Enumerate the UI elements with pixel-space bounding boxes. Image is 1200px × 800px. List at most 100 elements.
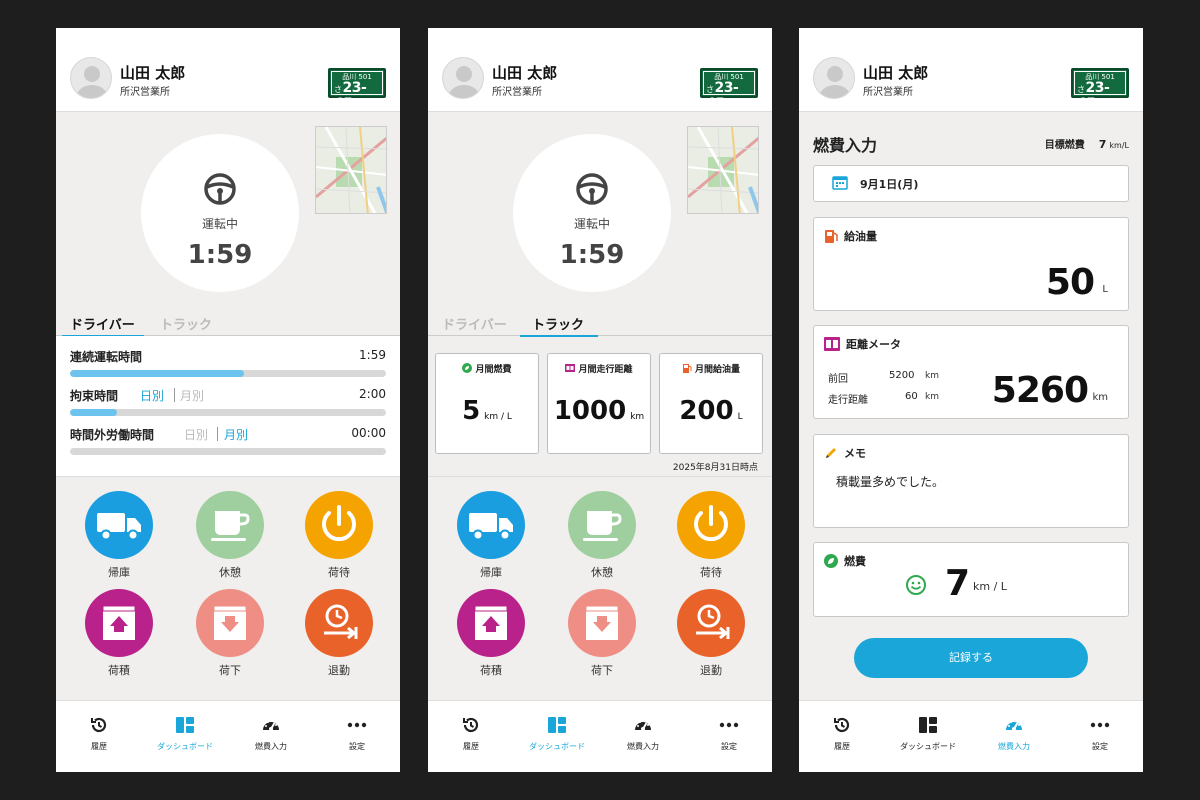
steering-wheel-icon [576, 173, 608, 205]
dashboard-driver-screen: 山田 太郎 所沢営業所 品川 501 さ23-45 運転中 1:59 ドライバー… [56, 28, 400, 772]
action-button-clock-exit[interactable]: 退勤 [304, 589, 374, 681]
action-label: 荷積 [480, 664, 502, 677]
previous-label: 前回 [828, 374, 848, 385]
action-circle [568, 491, 636, 559]
license-plate: 品川 501 さ23-45 [328, 68, 386, 112]
map-thumbnail[interactable] [315, 126, 387, 214]
nav-fuel[interactable]: 燃費入力 [971, 715, 1057, 765]
action-button-power[interactable]: 荷待 [676, 491, 746, 583]
dashboard-icon [919, 717, 937, 733]
tab-driver[interactable]: ドライバー [442, 314, 507, 333]
action-label: 退勤 [328, 664, 350, 677]
meter-unit: km [1092, 392, 1108, 403]
nav-settings[interactable]: 設定 [314, 715, 400, 765]
refuel-amount-card[interactable]: 給油量 50 L [813, 217, 1129, 311]
bottom-nav: 履歴 ダッシュボード 燃費入力 設定 [56, 700, 400, 772]
action-button-power[interactable]: 荷待 [304, 491, 374, 583]
distance-label: 走行距離 [828, 395, 868, 406]
continuous-driving-bar [70, 370, 386, 377]
distance-value: 60 [905, 391, 918, 402]
tab-truck[interactable]: トラック [160, 314, 212, 333]
action-label: 荷積 [108, 664, 130, 677]
action-label: 荷待 [700, 566, 722, 579]
nav-dashboard[interactable]: ダッシュボード [885, 715, 971, 765]
work-time-panel: 連続運転時間 1:59 拘束時間 日別 月別 2:00 時間外労働時間 日別 月… [56, 336, 400, 476]
nav-dashboard[interactable]: ダッシュボード [142, 715, 228, 765]
tab-driver[interactable]: ドライバー [70, 314, 135, 333]
refuel-value: 50 [1045, 262, 1095, 303]
distance-unit: km [925, 392, 939, 402]
dashboard-icon [548, 717, 566, 733]
action-button-box-up[interactable]: 荷積 [84, 589, 154, 681]
monthly-distance-card: 月間走行距離 1000 km [547, 353, 651, 454]
user-office: 所沢営業所 [863, 87, 913, 98]
overtime-daily-toggle[interactable]: 日別 [184, 426, 208, 443]
restraint-time-bar [70, 409, 386, 416]
odometer-card[interactable]: 距離メータ 前回 5200 km 走行距離 60 km 5260 km [813, 325, 1129, 419]
nav-dashboard[interactable]: ダッシュボード [514, 715, 600, 765]
speedometer-icon [1006, 720, 1022, 731]
user-name: 山田 太郎 [492, 64, 558, 82]
license-plate: 品川 501 さ23-45 [700, 68, 758, 112]
nav-settings[interactable]: 設定 [686, 715, 772, 765]
driving-status-circle[interactable]: 運転中 1:59 [141, 134, 299, 292]
action-label: 休憩 [591, 566, 613, 579]
action-button-coffee-cup[interactable]: 休憩 [567, 491, 637, 583]
action-circle [196, 589, 264, 657]
action-button-coffee-cup[interactable]: 休憩 [195, 491, 265, 583]
nav-label: 履歴 [91, 742, 107, 751]
date-picker[interactable]: 9月1日(月) [813, 165, 1129, 202]
nav-label: 燃費入力 [255, 742, 287, 751]
more-dots-icon [719, 722, 739, 728]
overtime-bar [70, 448, 386, 455]
action-button-box-up[interactable]: 荷積 [456, 589, 526, 681]
dashboard-icon [176, 717, 194, 733]
restraint-daily-toggle[interactable]: 日別 [140, 387, 164, 404]
overtime-value: 00:00 [351, 426, 386, 440]
memo-card[interactable]: メモ 積載量多めでした。 [813, 434, 1129, 528]
efficiency-value: 7 [945, 563, 970, 604]
user-icon [449, 66, 479, 98]
nav-label: ダッシュボード [157, 742, 213, 751]
action-button-truck[interactable]: 帰庫 [456, 491, 526, 583]
overtime-monthly-toggle[interactable]: 月別 [224, 426, 248, 443]
fuel-pump-icon [825, 230, 838, 243]
power-icon [322, 505, 356, 542]
memo-text[interactable]: 積載量多めでした。 [836, 473, 944, 490]
action-button-box-down[interactable]: 荷下 [195, 589, 265, 681]
map-thumbnail[interactable] [687, 126, 759, 214]
action-button-truck[interactable]: 帰庫 [84, 491, 154, 583]
nav-fuel[interactable]: 燃費入力 [600, 715, 686, 765]
power-icon [694, 505, 728, 542]
nav-history[interactable]: 履歴 [799, 715, 885, 765]
action-button-box-down[interactable]: 荷下 [567, 589, 637, 681]
action-button-clock-exit[interactable]: 退勤 [676, 589, 746, 681]
fuel-efficiency-value: 5 [462, 396, 481, 426]
avatar[interactable] [442, 57, 484, 99]
continuous-driving-value: 1:59 [359, 348, 386, 362]
restraint-monthly-toggle[interactable]: 月別 [180, 387, 204, 404]
user-name: 山田 太郎 [863, 64, 929, 82]
restraint-time-row: 拘束時間 日別 月別 2:00 [70, 387, 386, 417]
action-label: 荷下 [591, 664, 613, 677]
tab-truck[interactable]: トラック [532, 314, 584, 333]
fuel-input-screen: 山田 太郎 所沢営業所 品川 501 さ23-45 燃費入力 目標燃費 7 km/L… [799, 28, 1143, 772]
target-label: 目標燃費 [1044, 140, 1085, 151]
driving-status-circle[interactable]: 運転中 1:59 [513, 134, 671, 292]
avatar[interactable] [70, 57, 112, 99]
monthly-fuel-efficiency-card: 月間燃費 5 km / L [435, 353, 539, 454]
record-button[interactable]: 記録する [854, 638, 1088, 678]
nav-fuel[interactable]: 燃費入力 [228, 715, 314, 765]
driving-time: 1:59 [187, 240, 253, 270]
distance-label: 月間走行距離 [578, 365, 633, 375]
speedometer-icon [263, 720, 279, 731]
nav-settings[interactable]: 設定 [1057, 715, 1143, 765]
license-plate: 品川 501 さ23-45 [1071, 68, 1129, 112]
avatar[interactable] [813, 57, 855, 99]
history-icon [834, 717, 850, 733]
tab-bar: ドライバー トラック [56, 312, 400, 337]
nav-history[interactable]: 履歴 [428, 715, 514, 765]
app-header: 山田 太郎 所沢営業所 品川 501 さ23-45 [799, 28, 1143, 112]
nav-history[interactable]: 履歴 [56, 715, 142, 765]
user-icon [820, 66, 850, 98]
